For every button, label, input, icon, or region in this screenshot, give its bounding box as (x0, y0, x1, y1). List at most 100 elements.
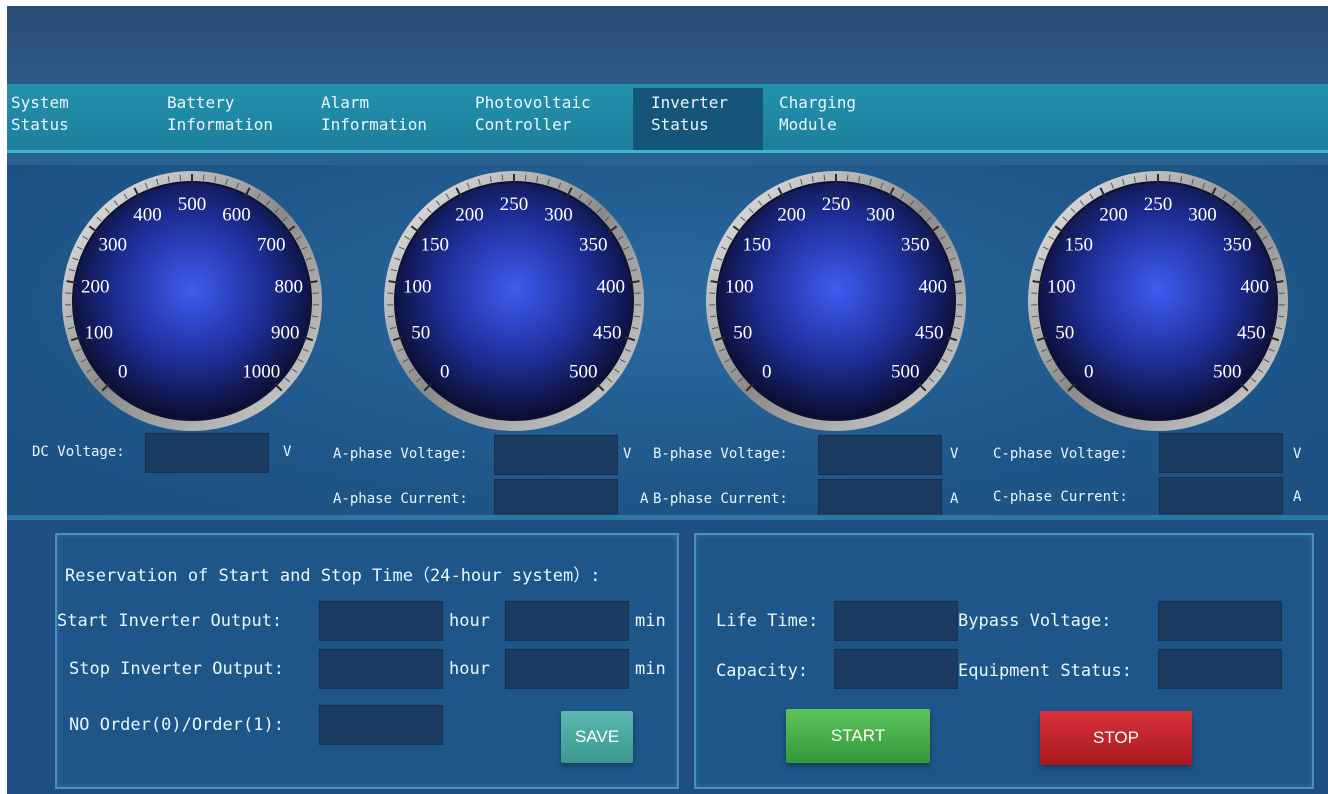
equipment-status-field (1158, 649, 1282, 689)
tab-label-line2: Status (651, 115, 709, 134)
c-phase-voltage-label: C-phase Voltage: (993, 446, 1128, 462)
tab-label-line2: Status (11, 115, 69, 134)
dc-voltage-label: DC Voltage: (32, 444, 125, 460)
gauge-tick-label: 450 (593, 322, 622, 343)
b-phase-voltage-gauge: 0 50 100 150 200 250 300 350 400 450 500 (704, 169, 968, 433)
start-output-label: Start Inverter Output: (57, 611, 283, 631)
c-phase-voltage-field (1159, 433, 1283, 473)
gauge-tick-label: 300 (98, 234, 127, 255)
gauge-tick-label: 100 (85, 322, 114, 343)
tab-label-line1: Inverter (651, 93, 729, 112)
tab-label-line2: Controller (475, 115, 572, 134)
gauge-tick-label: 300 (866, 205, 895, 226)
gauge-tick-label: 250 (822, 194, 851, 215)
gauge-tick-label: 100 (1047, 277, 1076, 298)
gauge-tick-label: 150 (1064, 234, 1093, 255)
gauge-tick (501, 174, 504, 181)
gauge-tick-label: 50 (1055, 322, 1074, 343)
gauge-tick-label: 150 (742, 234, 771, 255)
gauge-tick-label: 600 (222, 205, 251, 226)
gauge-tick (846, 174, 849, 181)
gauge-tick-label: 400 (133, 205, 162, 226)
tab-label-line1: Photovoltaic (475, 93, 591, 112)
stop-min-unit: min (635, 659, 666, 679)
gauge-tick-label: 500 (178, 194, 207, 215)
gauge-panel: 0 100 200 300 400 500 600 700 800 900 1000 0 50 100 1… (7, 165, 1328, 519)
gauge-tick-label: 500 (1213, 361, 1242, 382)
b-phase-current-field (818, 479, 942, 519)
capacity-field (834, 649, 958, 689)
tab-inverter-status[interactable]: Inverter Status (633, 88, 763, 150)
bypass-voltage-field (1158, 601, 1282, 641)
gauge-tick-label: 350 (901, 234, 930, 255)
c-phase-current-label: C-phase Current: (993, 489, 1128, 505)
tab-charging-module[interactable]: Charging Module (779, 92, 929, 148)
b-phase-current-label: B-phase Current: (653, 491, 788, 507)
gauge-tick-label: 700 (257, 234, 286, 255)
start-button[interactable]: START (786, 709, 930, 763)
tab-label-line2: Module (779, 115, 837, 134)
gauge-tick-label: 450 (1237, 322, 1266, 343)
gauge-tick (179, 174, 182, 181)
equipment-panel: Life Time: Bypass Voltage: Capacity: Equ… (694, 533, 1314, 789)
b-phase-voltage-unit: V (950, 446, 959, 462)
a-phase-current-label: A-phase Current: (333, 491, 468, 507)
gauge-tick-label: 0 (1084, 361, 1094, 382)
gauge-tick (823, 174, 826, 181)
bypass-voltage-label: Bypass Voltage: (958, 611, 1112, 631)
stop-hour-unit: hour (449, 659, 490, 679)
order-label: NO Order(0)/Order(1): (69, 715, 284, 735)
gauge-tick-label: 200 (81, 277, 110, 298)
gauge-tick-label: 500 (891, 361, 920, 382)
gauge-tick (202, 174, 205, 181)
gauge-tick-label: 300 (1188, 205, 1217, 226)
gauge-tick-label: 900 (271, 322, 300, 343)
stop-button[interactable]: STOP (1040, 711, 1192, 765)
save-button[interactable]: SAVE (561, 711, 633, 763)
start-hour-input[interactable] (319, 601, 443, 641)
gauge-tick-label: 200 (455, 205, 484, 226)
dc-voltage-unit: V (283, 444, 292, 460)
tab-system-status[interactable]: System Status (11, 92, 161, 148)
tab-battery-information[interactable]: Battery Information (167, 92, 317, 148)
gauge-tick-label: 400 (597, 277, 626, 298)
b-phase-current-unit: A (950, 491, 959, 507)
title-bar (7, 6, 1328, 84)
gauge-tick-label: 500 (569, 361, 598, 382)
stop-hour-input[interactable] (319, 649, 443, 689)
dc-voltage-field (145, 433, 269, 473)
gauge-tick-label: 0 (762, 361, 772, 382)
tab-alarm-information[interactable]: Alarm Information (321, 92, 471, 148)
tab-photovoltaic-controller[interactable]: Photovoltaic Controller (475, 92, 625, 148)
tab-label-line2: Information (321, 115, 427, 134)
start-hour-unit: hour (449, 611, 490, 631)
tab-bar: System Status Battery Information Alarm … (7, 84, 1328, 153)
tab-label-line1: Alarm (321, 93, 370, 112)
a-phase-voltage-unit: V (623, 446, 632, 462)
gauge-tick-label: 400 (1241, 277, 1270, 298)
gauge-tick-label: 250 (500, 194, 529, 215)
life-time-field (834, 601, 958, 641)
reservation-title: Reservation of Start and Stop Time（24-ho… (65, 566, 601, 586)
a-phase-voltage-label: A-phase Voltage: (333, 446, 468, 462)
c-phase-current-field (1159, 477, 1283, 517)
start-min-unit: min (635, 611, 666, 631)
gauge-tick-label: 200 (1099, 205, 1128, 226)
life-time-label: Life Time: (716, 611, 819, 631)
gauge-tick-label: 50 (411, 322, 430, 343)
gauge-tick-label: 450 (915, 322, 944, 343)
gauge-tick-label: 150 (420, 234, 449, 255)
gauge-tick-label: 350 (1223, 234, 1252, 255)
gauge-tick (1168, 174, 1171, 181)
tab-label-line1: System (11, 93, 69, 112)
stop-min-input[interactable] (505, 649, 629, 689)
b-phase-voltage-label: B-phase Voltage: (653, 446, 788, 462)
c-phase-current-unit: A (1293, 489, 1302, 505)
gauge-tick-label: 350 (579, 234, 608, 255)
reservation-panel: Reservation of Start and Stop Time（24-ho… (55, 533, 679, 789)
app-window: System Status Battery Information Alarm … (7, 6, 1328, 794)
order-input[interactable] (319, 705, 443, 745)
stop-output-label: Stop Inverter Output: (69, 659, 284, 679)
start-min-input[interactable] (505, 601, 629, 641)
gauge-tick-label: 100 (725, 277, 754, 298)
